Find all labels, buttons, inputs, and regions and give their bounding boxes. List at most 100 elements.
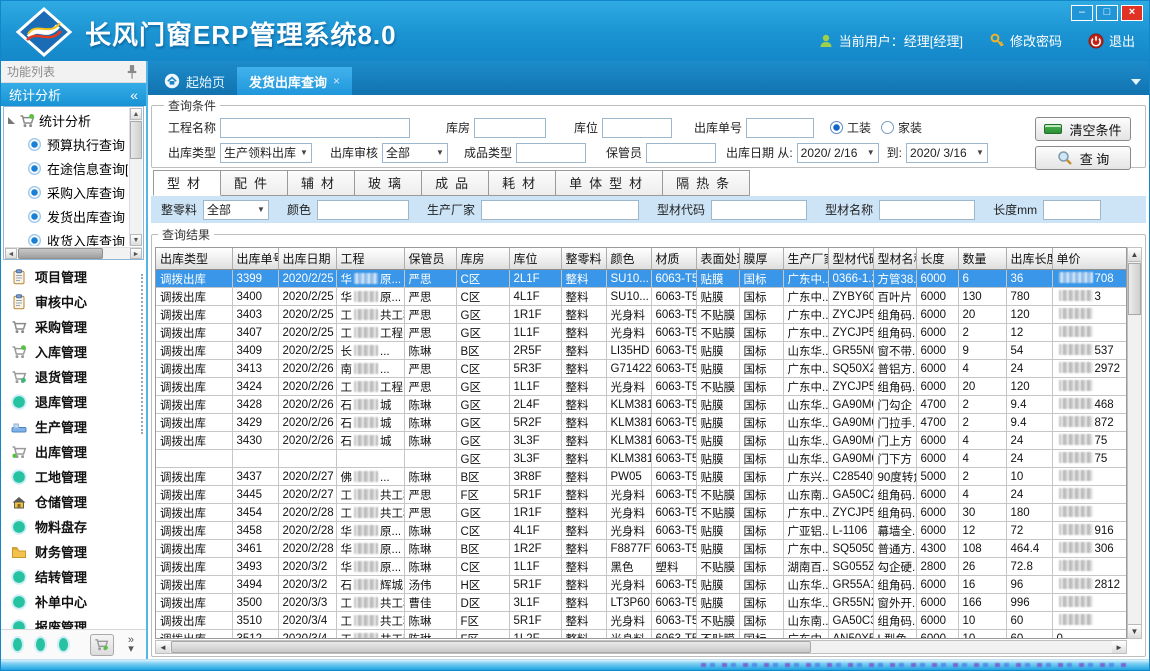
sidebar-item-14[interactable]: 报废管理 [1, 614, 146, 629]
tree-horizontal-scrollbar[interactable]: ◄ ► [5, 247, 142, 259]
column-header[interactable]: 单价 [1052, 248, 1127, 270]
table-row[interactable]: 调拨出库34452020/2/27工共工程严思F区5R1F整料光身料6063-T… [156, 486, 1127, 504]
radio-jiazhuang[interactable]: 家装 [881, 119, 932, 136]
table-row[interactable]: 调拨出库34092020/2/25长...陈琳B区2R5F整料LI35HD606… [156, 342, 1127, 360]
column-header[interactable]: 生产厂家 [783, 248, 828, 270]
table-row[interactable]: 调拨出库34292020/2/26石城陈琳G区5R2F整料KLM38176063… [156, 414, 1127, 432]
date-to-select[interactable]: 2020/ 3/16▼ [906, 143, 988, 163]
column-header[interactable]: 库房 [456, 248, 509, 270]
table-vertical-scrollbar[interactable]: ▲ ▼ [1127, 247, 1142, 639]
location-input[interactable] [602, 118, 672, 138]
tab-shipping-outbound-query[interactable]: 发货出库查询 × [237, 67, 352, 95]
section-header-statistics[interactable]: 统计分析 « [1, 83, 146, 106]
profile-code-input[interactable] [711, 200, 807, 220]
clear-conditions-button[interactable]: 清空条件 [1035, 117, 1131, 141]
table-row[interactable]: 调拨出库34282020/2/26石城陈琳G区2L4F整料KLM38176063… [156, 396, 1127, 414]
table-row[interactable]: 调拨出库34942020/3/2石辉城汤伟H区5R1F整料光身料6063-T5贴… [156, 576, 1127, 594]
close-button[interactable]: × [1121, 5, 1143, 21]
menu-resize-grip[interactable] [141, 274, 144, 434]
column-header[interactable]: 出库日期 [278, 248, 336, 270]
color-input[interactable] [317, 200, 409, 220]
footer-dot-icon[interactable] [36, 638, 45, 651]
table-row[interactable]: 调拨出库35122020/3/4工共工程陈琳F区1L2F整料光身料6063-T5… [156, 630, 1127, 640]
audit-select[interactable]: 全部▼ [382, 143, 448, 163]
sidebar-item-4[interactable]: 退货管理 [1, 364, 146, 389]
sidebar-item-11[interactable]: 财务管理 [1, 539, 146, 564]
tree-item-1[interactable]: 在途信息查询[待 [6, 156, 128, 180]
scroll-thumb[interactable] [18, 248, 103, 259]
profile-name-input[interactable] [879, 200, 975, 220]
material-tab-3[interactable]: 玻璃 [355, 170, 422, 196]
footer-dot-icon[interactable] [13, 638, 22, 651]
sidebar-item-12[interactable]: 结转管理 [1, 564, 146, 589]
sidebar-item-7[interactable]: 出库管理 [1, 439, 146, 464]
table-row[interactable]: 调拨出库34032020/2/25工共工程严思G区1R1F整料光身料6063-T… [156, 306, 1127, 324]
order-no-input[interactable] [746, 118, 814, 138]
material-tab-7[interactable]: 隔热条 [663, 170, 750, 196]
scroll-left-icon[interactable]: ◄ [156, 641, 170, 653]
material-tab-2[interactable]: 辅材 [288, 170, 355, 196]
scroll-left-icon[interactable]: ◄ [5, 248, 17, 259]
sidebar-item-0[interactable]: 项目管理 [1, 264, 146, 289]
keeper-input[interactable] [646, 143, 716, 163]
table-row[interactable]: 调拨出库34542020/2/28工共工程严思G区1R1F整料光身料6063-T… [156, 504, 1127, 522]
scroll-thumb[interactable] [130, 121, 142, 159]
footer-dot-icon[interactable] [59, 638, 68, 651]
scroll-thumb[interactable] [171, 641, 811, 653]
product-type-input[interactable] [516, 143, 586, 163]
tree-item-3[interactable]: 发货出库查询 [6, 204, 128, 228]
table-row[interactable]: 调拨出库34932020/3/2华原...陈琳C区1L1F整料黑色塑料不贴膜国标… [156, 558, 1127, 576]
scroll-up-icon[interactable]: ▲ [130, 108, 142, 120]
scroll-thumb[interactable] [1128, 263, 1141, 315]
table-row[interactable]: 调拨出库35002020/3/3工共工程曹佳D区3L1F整料LT3P606063… [156, 594, 1127, 612]
radio-selected-icon[interactable] [830, 121, 843, 134]
material-tab-0[interactable]: 型材 [153, 170, 221, 196]
tree-expander-icon[interactable] [8, 117, 15, 124]
material-tab-5[interactable]: 耗材 [489, 170, 556, 196]
maximize-button[interactable]: □ [1096, 5, 1118, 21]
scroll-down-icon[interactable]: ▼ [1128, 624, 1141, 638]
footer-overflow-icon[interactable]: »▾ [128, 636, 134, 654]
tree-item-2[interactable]: 采购入库查询 [6, 180, 128, 204]
search-button[interactable]: 查 询 [1035, 146, 1131, 170]
scroll-down-icon[interactable]: ▼ [130, 234, 142, 246]
tree-root-statistics[interactable]: 统计分析 [6, 109, 128, 132]
scroll-right-icon[interactable]: ► [1112, 641, 1126, 653]
project-name-input[interactable] [220, 118, 410, 138]
column-header[interactable]: 保管员 [404, 248, 456, 270]
warehouse-input[interactable] [474, 118, 546, 138]
maker-input[interactable] [481, 200, 639, 220]
column-header[interactable]: 膜厚 [739, 248, 783, 270]
sidebar-item-1[interactable]: 审核中心 [1, 289, 146, 314]
logout-button[interactable]: 退出 [1088, 31, 1135, 50]
material-tab-6[interactable]: 单体型材 [556, 170, 663, 196]
outbound-type-select[interactable]: 生产领料出库▼ [220, 143, 312, 163]
radio-gongzhuang[interactable]: 工装 [830, 119, 881, 136]
scroll-up-icon[interactable]: ▲ [1128, 248, 1141, 262]
column-header[interactable]: 材质 [651, 248, 696, 270]
tree-item-4[interactable]: 收货入库查询 [6, 228, 128, 246]
sidebar-item-3[interactable]: 入库管理 [1, 339, 146, 364]
tab-close-icon[interactable]: × [333, 74, 340, 88]
material-tab-4[interactable]: 成品 [422, 170, 489, 196]
column-header[interactable]: 型材名称 [873, 248, 916, 270]
column-header[interactable]: 出库单号 [232, 248, 278, 270]
table-row[interactable]: 调拨出库34002020/2/25华原...严思C区4L1F整料SU10...6… [156, 288, 1127, 306]
table-horizontal-scrollbar[interactable]: ◄ ► [155, 640, 1127, 654]
column-header[interactable]: 出库类型 [156, 248, 232, 270]
sidebar-item-9[interactable]: 仓储管理 [1, 489, 146, 514]
column-header[interactable]: 出库长度 [1006, 248, 1052, 270]
column-header[interactable]: 数量 [958, 248, 1006, 270]
column-header[interactable]: 长度 [916, 248, 958, 270]
column-header[interactable]: 颜色 [606, 248, 651, 270]
whole-select[interactable]: 全部▼ [203, 200, 269, 220]
sidebar-item-5[interactable]: 退库管理 [1, 389, 146, 414]
table-row[interactable]: 调拨出库33992020/2/25华原...严思C区2L1F整料SU10...6… [156, 270, 1127, 288]
sidebar-item-13[interactable]: 补单中心 [1, 589, 146, 614]
table-row[interactable]: 调拨出库34612020/2/28华原...陈琳B区1R2F整料F8877FT6… [156, 540, 1127, 558]
sidebar-item-10[interactable]: 物料盘存 [1, 514, 146, 539]
pin-icon[interactable] [124, 64, 140, 80]
table-row[interactable]: 调拨出库34582020/2/28华原...陈琳C区4L1F整料光身料6063-… [156, 522, 1127, 540]
tab-home[interactable]: 起始页 [152, 67, 237, 95]
date-from-select[interactable]: 2020/ 2/16▼ [797, 143, 879, 163]
